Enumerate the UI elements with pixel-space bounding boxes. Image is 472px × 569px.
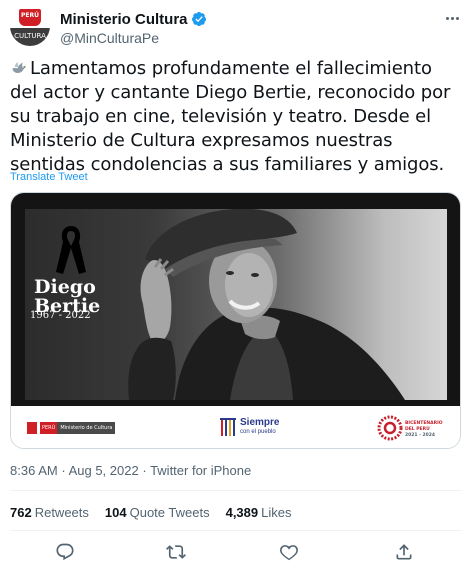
siempre-con-el-pueblo-logo: Siempre con el pueblo (220, 416, 290, 440)
photo-frame: Diego Bertie 1967 - 2022 (11, 193, 460, 406)
more-options-icon[interactable] (442, 8, 462, 28)
retweets-stat[interactable]: 762 Retweets (10, 505, 89, 520)
logos-bar: PERÚ Ministerio de Cultura Siempre con e… (11, 406, 460, 448)
likes-label: Likes (261, 505, 292, 520)
avatar-top-text: PERÚ (21, 12, 39, 19)
tweet-media[interactable]: Diego Bertie 1967 - 2022 PERÚ Ministerio… (10, 192, 461, 449)
quotes-label: Quote Tweets (129, 505, 210, 520)
verified-badge-icon (191, 12, 206, 26)
display-name[interactable]: Ministerio Cultura (60, 11, 188, 28)
tweet-meta: 8:36 AM · Aug 5, 2022 · Twitter for iPho… (10, 463, 251, 478)
tweet-date[interactable]: Aug 5, 2022 (69, 463, 139, 478)
avatar-bottom-text: CULTURA (14, 32, 46, 40)
meta-separator: · (142, 463, 147, 478)
handle[interactable]: @MinCulturaPe (60, 30, 159, 46)
quote-tweets-stat[interactable]: 104 Quote Tweets (105, 505, 210, 520)
divider (10, 530, 462, 531)
avatar[interactable]: PERÚ CULTURA (10, 6, 50, 46)
tweet-stats: 762 Retweets 104 Quote Tweets 4,389 Likes (10, 505, 308, 520)
like-icon[interactable] (279, 542, 299, 562)
reply-icon[interactable] (55, 542, 75, 562)
siempre-word: Siempre (240, 417, 280, 428)
likes-stat[interactable]: 4,389 Likes (226, 505, 292, 520)
likes-count: 4,389 (225, 505, 259, 520)
tweet-source[interactable]: Twitter for iPhone (150, 463, 251, 478)
ministry-logo-name: Ministerio de Cultura (57, 422, 116, 434)
retweet-icon[interactable] (166, 542, 186, 562)
tweet-time[interactable]: 8:36 AM (10, 463, 58, 478)
tweet-actions (0, 540, 472, 564)
name-row: Ministerio Cultura (60, 10, 207, 28)
tweet-body: Lamentamos profundamente el fallecimient… (10, 58, 451, 175)
share-icon[interactable] (394, 542, 414, 562)
ministry-logo: PERÚ Ministerio de Cultura (27, 420, 117, 436)
ministry-logo-peru: PERÚ (40, 422, 58, 434)
bicentenario-emblem-icon (377, 415, 403, 441)
bicentenario-logo: BICENTENARIO DEL PERÚ 2021 - 2024 (377, 415, 447, 441)
memorial-years: 1967 - 2022 (30, 310, 91, 321)
mourning-ribbon-icon (56, 226, 86, 274)
divider (10, 490, 462, 491)
siempre-bars-icon (220, 418, 236, 436)
memorial-photo: Diego Bertie 1967 - 2022 (25, 209, 447, 400)
retweets-count: 762 (10, 505, 32, 520)
peru-shield-icon (27, 422, 37, 434)
siempre-sub: con el pueblo (240, 429, 276, 435)
bicentenario-text: BICENTENARIO DEL PERÚ 2021 - 2024 (405, 421, 443, 438)
quotes-count: 104 (104, 505, 127, 520)
tweet-text: Lamentamos profundamente el fallecimient… (10, 57, 460, 177)
meta-separator: · (61, 463, 66, 478)
dove-of-peace-icon (12, 61, 26, 73)
tweet-header: PERÚ CULTURA Ministerio Cultura @MinCult… (10, 6, 462, 46)
retweets-label: Retweets (34, 505, 89, 520)
translate-tweet-link[interactable]: Translate Tweet (10, 171, 88, 183)
